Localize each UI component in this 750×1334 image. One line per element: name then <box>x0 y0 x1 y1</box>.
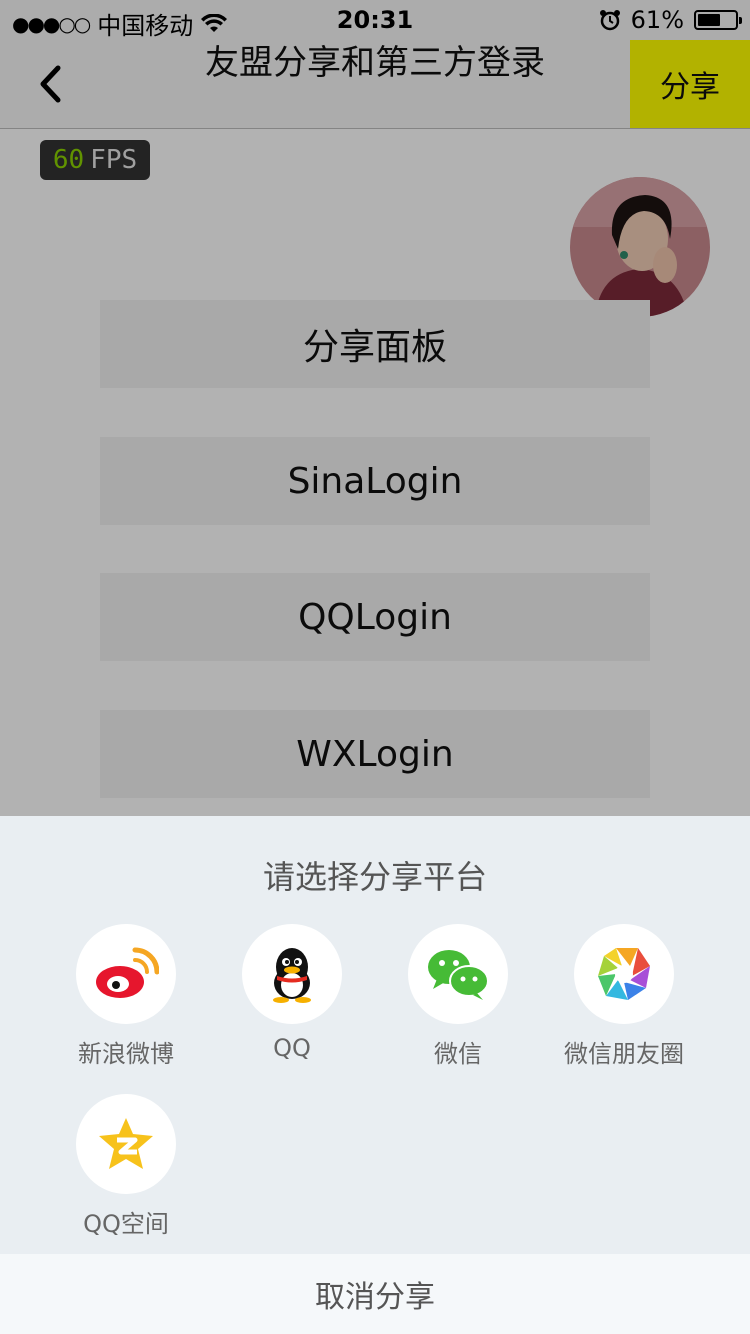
platform-moments-label: 微信朋友圈 <box>564 1040 684 1068</box>
cancel-share-button[interactable]: 取消分享 <box>0 1254 750 1334</box>
platform-moments-circle <box>574 924 674 1024</box>
platform-qq-circle <box>242 924 342 1024</box>
modal-dim-overlay[interactable] <box>0 0 750 816</box>
platform-qzone-circle <box>76 1094 176 1194</box>
moments-icon <box>598 948 650 1000</box>
platform-qzone-label: QQ空间 <box>83 1210 169 1238</box>
qzone-icon <box>99 1118 153 1169</box>
platform-wechat-label: 微信 <box>434 1040 482 1068</box>
platform-wechat[interactable]: 微信 <box>375 924 541 1069</box>
share-panel: 请选择分享平台 新浪微博 QQ 微信 微信朋友圈 QQ空间 <box>0 816 750 1254</box>
platform-weibo-circle <box>76 924 176 1024</box>
qq-icon <box>273 948 311 1003</box>
platform-qq[interactable]: QQ <box>209 924 375 1062</box>
platform-moments[interactable]: 微信朋友圈 <box>541 924 707 1069</box>
platform-qzone[interactable]: QQ空间 <box>43 1094 209 1239</box>
weibo-icon <box>96 947 159 998</box>
wechat-icon <box>428 950 489 1000</box>
platform-qq-label: QQ <box>273 1034 311 1062</box>
platform-weibo[interactable]: 新浪微博 <box>43 924 209 1069</box>
platform-wechat-circle <box>408 924 508 1024</box>
platform-weibo-label: 新浪微博 <box>78 1040 174 1068</box>
share-panel-title: 请选择分享平台 <box>262 858 487 896</box>
